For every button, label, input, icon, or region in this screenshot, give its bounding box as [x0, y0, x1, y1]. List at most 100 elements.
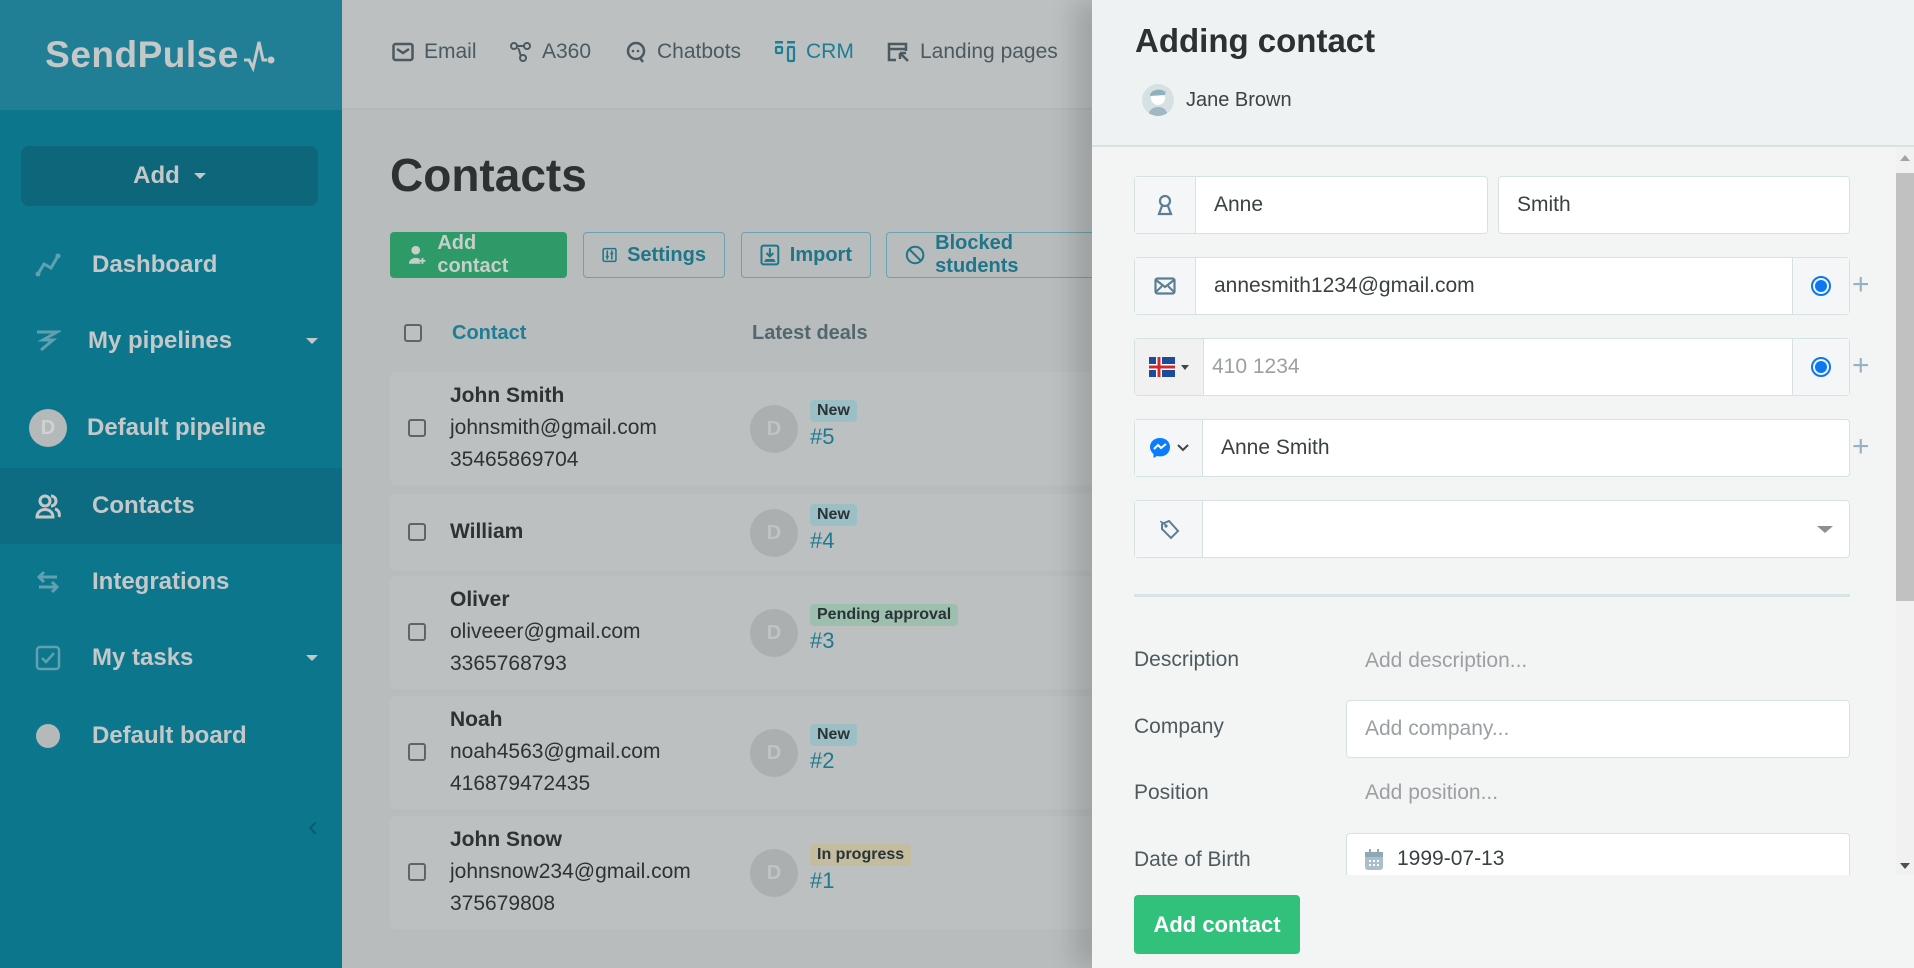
status-badge: Pending approval — [810, 604, 959, 626]
caret-down-icon — [306, 655, 318, 661]
deal-link[interactable]: #5 — [810, 424, 857, 450]
nav-chatbots[interactable]: Chatbots — [625, 36, 741, 68]
row-checkbox[interactable] — [408, 523, 426, 541]
phone-field[interactable]: 410 1234 — [1134, 338, 1850, 396]
logo[interactable]: SendPulse — [0, 0, 342, 110]
deal-link[interactable]: #2 — [810, 748, 857, 774]
deal-link[interactable]: #4 — [810, 528, 857, 554]
blocked-icon — [905, 245, 925, 265]
deal-avatar: D — [750, 405, 798, 453]
scroll-up-arrow-icon[interactable] — [1900, 155, 1910, 161]
contact-info: William — [450, 516, 523, 548]
company-field[interactable]: Add company... — [1346, 700, 1850, 758]
deal-link[interactable]: #3 — [810, 628, 958, 654]
nav-email[interactable]: Email — [392, 36, 477, 68]
sidebar-item-label: Integrations — [92, 568, 230, 595]
company-input[interactable]: Add company... — [1347, 717, 1849, 741]
row-checkbox[interactable] — [408, 623, 426, 641]
add-button[interactable]: Add — [21, 146, 318, 206]
first-name-input[interactable]: Anne — [1196, 193, 1487, 217]
primary-email-radio-wrap — [1792, 258, 1849, 314]
first-name-field[interactable]: Anne — [1134, 176, 1488, 234]
contact-name[interactable]: Oliver — [450, 584, 641, 616]
deal-info: New #4 — [810, 504, 857, 554]
crm-icon — [774, 41, 796, 63]
messenger-select[interactable] — [1135, 420, 1203, 476]
last-name-field[interactable]: Smith — [1498, 176, 1850, 234]
last-name-input[interactable]: Smith — [1499, 193, 1849, 217]
tags-select[interactable] — [1134, 500, 1850, 558]
deal-avatar: D — [750, 849, 798, 897]
add-user-icon — [408, 245, 426, 264]
nav-label: A360 — [542, 40, 592, 63]
add-contact-label: Add contact — [437, 232, 509, 277]
owner[interactable]: Jane Brown — [1142, 84, 1292, 116]
contact-name[interactable]: John Smith — [450, 380, 657, 412]
pipelines-icon — [35, 328, 61, 354]
caret-down-icon — [306, 338, 318, 344]
sidebar-item-dashboard[interactable]: Dashboard — [0, 227, 342, 303]
primary-phone-radio[interactable] — [1811, 357, 1831, 377]
settings-label: Settings — [627, 243, 706, 266]
sidebar-item-my-pipelines[interactable]: My pipelines — [0, 303, 342, 379]
messenger-field[interactable]: Anne Smith — [1134, 419, 1850, 477]
column-header-latest-deals: Latest deals — [752, 322, 868, 344]
row-checkbox[interactable] — [408, 743, 426, 761]
scroll-down-arrow-icon[interactable] — [1900, 863, 1910, 869]
contact-name[interactable]: Noah — [450, 704, 660, 736]
contact-email: johnsnow234@gmail.com — [450, 860, 691, 883]
messenger-input[interactable]: Anne Smith — [1203, 436, 1849, 460]
nav-a360[interactable]: A360 — [510, 36, 591, 68]
import-icon — [760, 244, 780, 266]
add-email-plus-icon[interactable]: + — [1852, 268, 1870, 302]
nav-landing-pages[interactable]: Landing pages — [886, 36, 1058, 68]
arrows-exchange-icon — [35, 569, 61, 595]
panel-scrollbar[interactable] — [1896, 147, 1914, 875]
phone-input[interactable]: 410 1234 — [1204, 355, 1792, 379]
import-button[interactable]: Import — [741, 232, 871, 278]
country-select[interactable] — [1135, 339, 1204, 395]
contact-name[interactable]: John Snow — [450, 824, 691, 856]
position-input[interactable]: Add position... — [1365, 781, 1498, 805]
nav-label: Landing pages — [920, 40, 1058, 63]
row-checkbox[interactable] — [408, 419, 426, 437]
sliders-icon — [602, 247, 617, 263]
description-input[interactable]: Add description... — [1365, 649, 1527, 673]
chevron-down-icon — [1176, 444, 1189, 452]
panel-title: Adding contact — [1135, 22, 1376, 59]
email-input[interactable]: annesmith1234@gmail.com — [1196, 274, 1792, 298]
sidebar-item-integrations[interactable]: Integrations — [0, 544, 342, 620]
settings-button[interactable]: Settings — [583, 232, 725, 278]
add-contact-button[interactable]: Add contact — [390, 232, 567, 278]
sidebar-item-my-tasks[interactable]: My tasks — [0, 620, 342, 696]
nav-crm[interactable]: CRM — [774, 36, 854, 68]
sidebar-item-default-board[interactable]: Default board — [0, 698, 342, 774]
select-all-checkbox[interactable] — [404, 324, 422, 342]
contact-name[interactable]: William — [450, 516, 523, 548]
email-field[interactable]: annesmith1234@gmail.com — [1134, 257, 1850, 315]
logo-text: SendPulse — [45, 34, 239, 75]
row-checkbox[interactable] — [408, 863, 426, 881]
sidebar-item-label: Default pipeline — [87, 414, 266, 441]
blocked-students-button[interactable]: Blocked students — [886, 232, 1106, 278]
pipeline-avatar: D — [29, 409, 67, 447]
add-messenger-plus-icon[interactable]: + — [1852, 430, 1870, 464]
column-header-contact[interactable]: Contact — [452, 322, 526, 345]
submit-add-contact-button[interactable]: Add contact — [1134, 895, 1300, 954]
sidebar-item-default-pipeline[interactable]: D Default pipeline — [0, 390, 342, 466]
scroll-thumb[interactable] — [1896, 173, 1914, 601]
company-label: Company — [1134, 715, 1224, 738]
chevron-left-icon[interactable]: ‹ — [308, 810, 318, 844]
person-icon — [1135, 177, 1196, 233]
status-badge: In progress — [810, 844, 912, 866]
chart-line-icon — [35, 252, 61, 278]
sidebar-item-label: Dashboard — [92, 251, 218, 278]
primary-email-radio[interactable] — [1811, 276, 1831, 296]
calendar-icon — [1365, 849, 1383, 870]
add-phone-plus-icon[interactable]: + — [1852, 349, 1870, 383]
dob-field[interactable]: 1999-07-13 — [1346, 833, 1850, 875]
deal-link[interactable]: #1 — [810, 868, 911, 894]
sidebar-item-contacts[interactable]: Contacts — [0, 468, 342, 544]
contact-email: noah4563@gmail.com — [450, 740, 661, 763]
dob-input[interactable]: 1999-07-13 — [1385, 848, 1849, 869]
